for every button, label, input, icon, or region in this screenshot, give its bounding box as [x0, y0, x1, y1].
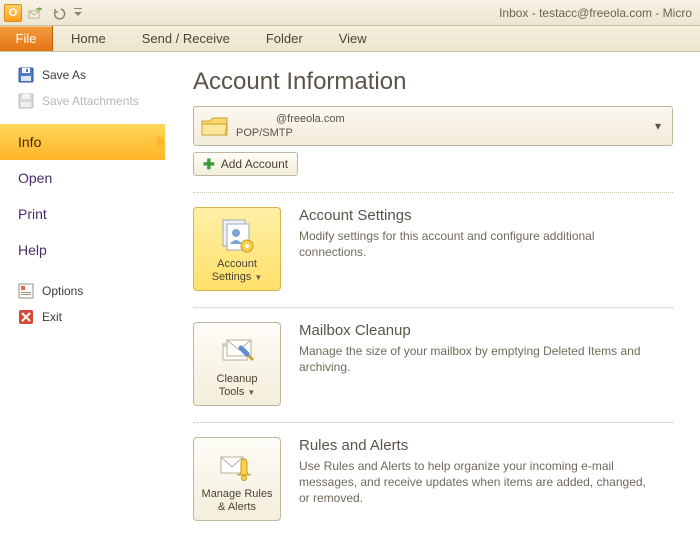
nav-options[interactable]: Options	[0, 278, 165, 304]
quick-access-toolbar: O	[0, 3, 84, 23]
cleanup-icon	[217, 329, 257, 373]
manage-rules-button[interactable]: Manage Rules & Alerts	[193, 437, 281, 521]
nav-label: Save As	[42, 68, 86, 82]
nav-help[interactable]: Help	[0, 232, 165, 268]
exit-icon	[18, 309, 34, 325]
section-divider	[193, 422, 673, 423]
account-settings-icon	[217, 214, 257, 258]
app-icon[interactable]: O	[4, 4, 22, 22]
block-description: Account Settings Modify settings for thi…	[299, 207, 659, 291]
nav-label: Exit	[42, 310, 62, 324]
account-settings-button[interactable]: Account Settings▼	[193, 207, 281, 291]
tab-home[interactable]: Home	[53, 26, 124, 51]
section-divider	[193, 307, 673, 308]
title-bar: O Inbox - testacc@freeola.com - Micro	[0, 0, 700, 26]
undo-icon[interactable]	[48, 3, 70, 23]
chevron-down-icon: ▾	[652, 119, 664, 133]
plus-icon: ✚	[203, 159, 215, 169]
qat-customize-icon[interactable]	[72, 3, 84, 23]
options-icon	[18, 283, 34, 299]
chevron-down-icon: ▼	[247, 388, 255, 397]
tab-send-receive[interactable]: Send / Receive	[124, 26, 248, 51]
chevron-down-icon: ▼	[254, 273, 262, 282]
file-tab[interactable]: File	[0, 26, 53, 51]
tab-folder[interactable]: Folder	[248, 26, 321, 51]
account-folder-icon	[200, 112, 230, 140]
block-rules-alerts: Manage Rules & Alerts Rules and Alerts U…	[193, 437, 673, 521]
ribbon-tabs: File Home Send / Receive Folder View	[0, 26, 700, 52]
nav-exit[interactable]: Exit	[0, 304, 165, 330]
block-description: Mailbox Cleanup Manage the size of your …	[299, 322, 659, 406]
send-receive-icon[interactable]	[24, 3, 46, 23]
nav-save-attachments: Save Attachments	[0, 88, 165, 114]
account-protocol: POP/SMTP	[236, 126, 652, 140]
backstage-nav: Save As Save Attachments Info Open Print…	[0, 52, 165, 550]
account-picker[interactable]: @freeola.com POP/SMTP ▾	[193, 106, 673, 146]
button-label: Account Settings	[212, 258, 257, 283]
nav-open[interactable]: Open	[0, 160, 165, 196]
nav-print[interactable]: Print	[0, 196, 165, 232]
block-title: Rules and Alerts	[299, 437, 659, 454]
nav-label: Options	[42, 284, 83, 298]
nav-save-as[interactable]: Save As	[0, 62, 165, 88]
block-text: Manage the size of your mailbox by empty…	[299, 343, 659, 375]
account-text: @freeola.com POP/SMTP	[236, 112, 652, 140]
button-label: Manage Rules & Alerts	[198, 488, 276, 514]
section-divider	[193, 192, 673, 193]
window-title: Inbox - testacc@freeola.com - Micro	[499, 6, 700, 20]
add-account-button[interactable]: ✚ Add Account	[193, 152, 298, 176]
save-icon	[18, 67, 34, 83]
block-text: Modify settings for this account and con…	[299, 228, 659, 260]
save-attachments-icon	[18, 93, 34, 109]
account-email: @freeola.com	[236, 112, 652, 126]
backstage-main: Account Information @freeola.com POP/SMT…	[165, 52, 700, 550]
tab-view[interactable]: View	[321, 26, 385, 51]
nav-label: Save Attachments	[42, 94, 139, 108]
block-title: Mailbox Cleanup	[299, 322, 659, 339]
nav-info[interactable]: Info	[0, 124, 165, 160]
cleanup-tools-button[interactable]: Cleanup Tools▼	[193, 322, 281, 406]
backstage: Save As Save Attachments Info Open Print…	[0, 52, 700, 550]
page-title: Account Information	[193, 68, 690, 96]
block-text: Use Rules and Alerts to help organize yo…	[299, 458, 659, 506]
block-title: Account Settings	[299, 207, 659, 224]
block-mailbox-cleanup: Cleanup Tools▼ Mailbox Cleanup Manage th…	[193, 322, 673, 406]
rules-icon	[217, 444, 257, 488]
block-account-settings: Account Settings▼ Account Settings Modif…	[193, 207, 673, 291]
block-description: Rules and Alerts Use Rules and Alerts to…	[299, 437, 659, 521]
add-account-label: Add Account	[221, 157, 288, 171]
